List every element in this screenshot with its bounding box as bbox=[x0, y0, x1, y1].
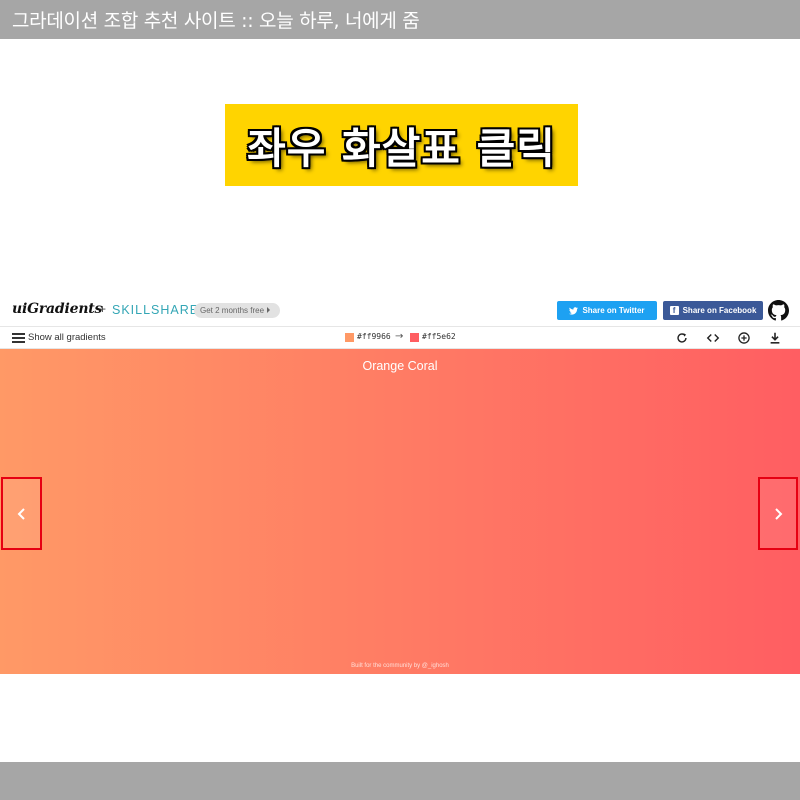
uigradients-logo[interactable]: uiGradients bbox=[12, 301, 102, 317]
community-credit: Built for the community by @_ighosh bbox=[351, 663, 449, 669]
page: 그라데이션 조합 추천 사이트 :: 오늘 하루, 너에게 줌 좌우 화살표 클… bbox=[0, 0, 800, 800]
play-arrow-icon bbox=[267, 307, 271, 313]
gradient-toolbar: Show all gradients #ff9966 → #ff5e62 bbox=[0, 326, 800, 349]
code-icon[interactable] bbox=[706, 331, 720, 345]
color-to-swatch bbox=[410, 333, 419, 342]
chevron-left-icon bbox=[17, 507, 25, 520]
facebook-icon: f bbox=[669, 306, 679, 315]
gradient-preview: Orange Coral Built for the community by … bbox=[0, 349, 800, 674]
instruction-banner-text: 좌우 화살표 클릭 bbox=[247, 123, 556, 173]
gradient-name: Orange Coral bbox=[362, 359, 438, 373]
color-from-swatch bbox=[345, 333, 354, 342]
arrow-right-icon: → bbox=[395, 331, 404, 342]
twitter-bird-icon bbox=[569, 306, 579, 315]
share-facebook-label: Share on Facebook bbox=[682, 306, 757, 315]
plus-sign: + bbox=[99, 302, 107, 316]
rotate-icon[interactable] bbox=[675, 331, 689, 345]
add-circle-icon[interactable] bbox=[737, 331, 751, 345]
top-title-bar: 그라데이션 조합 추천 사이트 :: 오늘 하루, 너에게 줌 bbox=[0, 0, 800, 39]
promo-label: Get 2 months free bbox=[200, 306, 265, 315]
github-icon[interactable] bbox=[768, 300, 789, 321]
show-all-gradients-link[interactable]: Show all gradients bbox=[28, 332, 106, 343]
page-title: 그라데이션 조합 추천 사이트 :: 오늘 하루, 너에게 줌 bbox=[12, 10, 420, 32]
download-icon[interactable] bbox=[768, 331, 782, 345]
share-twitter-label: Share on Twitter bbox=[582, 306, 645, 315]
next-gradient-button[interactable] bbox=[758, 477, 798, 550]
share-facebook-button[interactable]: f Share on Facebook bbox=[663, 301, 763, 320]
instruction-banner: 좌우 화살표 클릭 bbox=[225, 104, 578, 186]
color-to-hex[interactable]: #ff5e62 bbox=[422, 332, 456, 341]
color-from-hex[interactable]: #ff9966 bbox=[357, 332, 391, 341]
chevron-right-icon bbox=[775, 507, 783, 520]
previous-gradient-button[interactable] bbox=[1, 477, 42, 550]
hamburger-menu-icon[interactable] bbox=[12, 333, 25, 343]
share-twitter-button[interactable]: Share on Twitter bbox=[557, 301, 657, 320]
site-header: uiGradients + SKILLSHARE Get 2 months fr… bbox=[0, 296, 800, 326]
promo-badge[interactable]: Get 2 months free bbox=[194, 303, 281, 318]
bottom-frame-bar bbox=[0, 762, 800, 800]
skillshare-link[interactable]: SKILLSHARE bbox=[112, 303, 199, 317]
